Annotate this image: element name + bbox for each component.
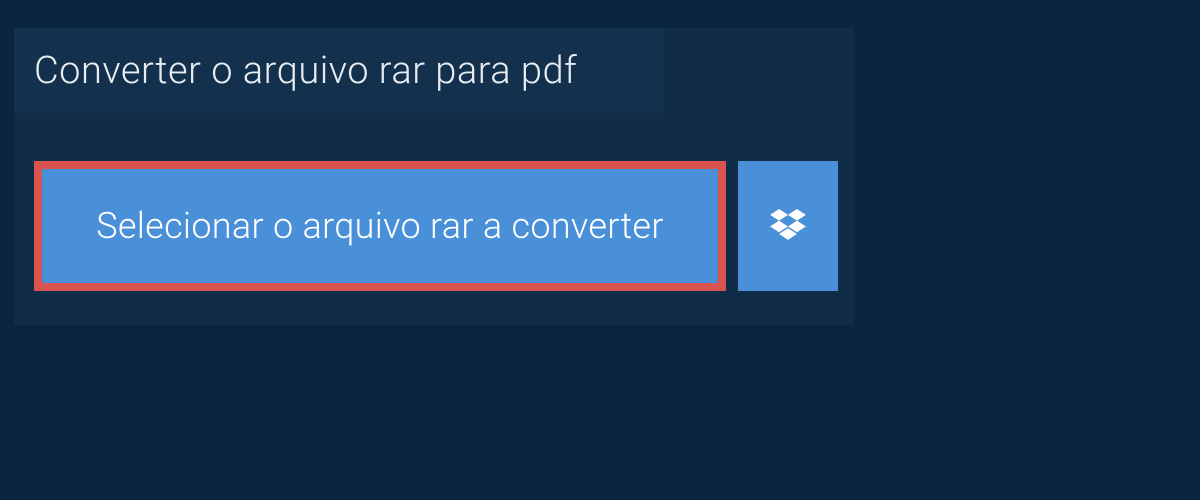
select-file-button[interactable]: Selecionar o arquivo rar a converter: [34, 161, 726, 291]
select-file-button-label: Selecionar o arquivo rar a converter: [96, 205, 664, 247]
dropbox-button[interactable]: [738, 161, 838, 291]
page-title: Converter o arquivo rar para pdf: [34, 49, 577, 93]
button-row: Selecionar o arquivo rar a converter: [34, 161, 838, 291]
title-bar: Converter o arquivo rar para pdf: [14, 28, 664, 113]
converter-panel: Converter o arquivo rar para pdf Selecio…: [14, 28, 854, 325]
dropbox-icon: [770, 209, 806, 243]
